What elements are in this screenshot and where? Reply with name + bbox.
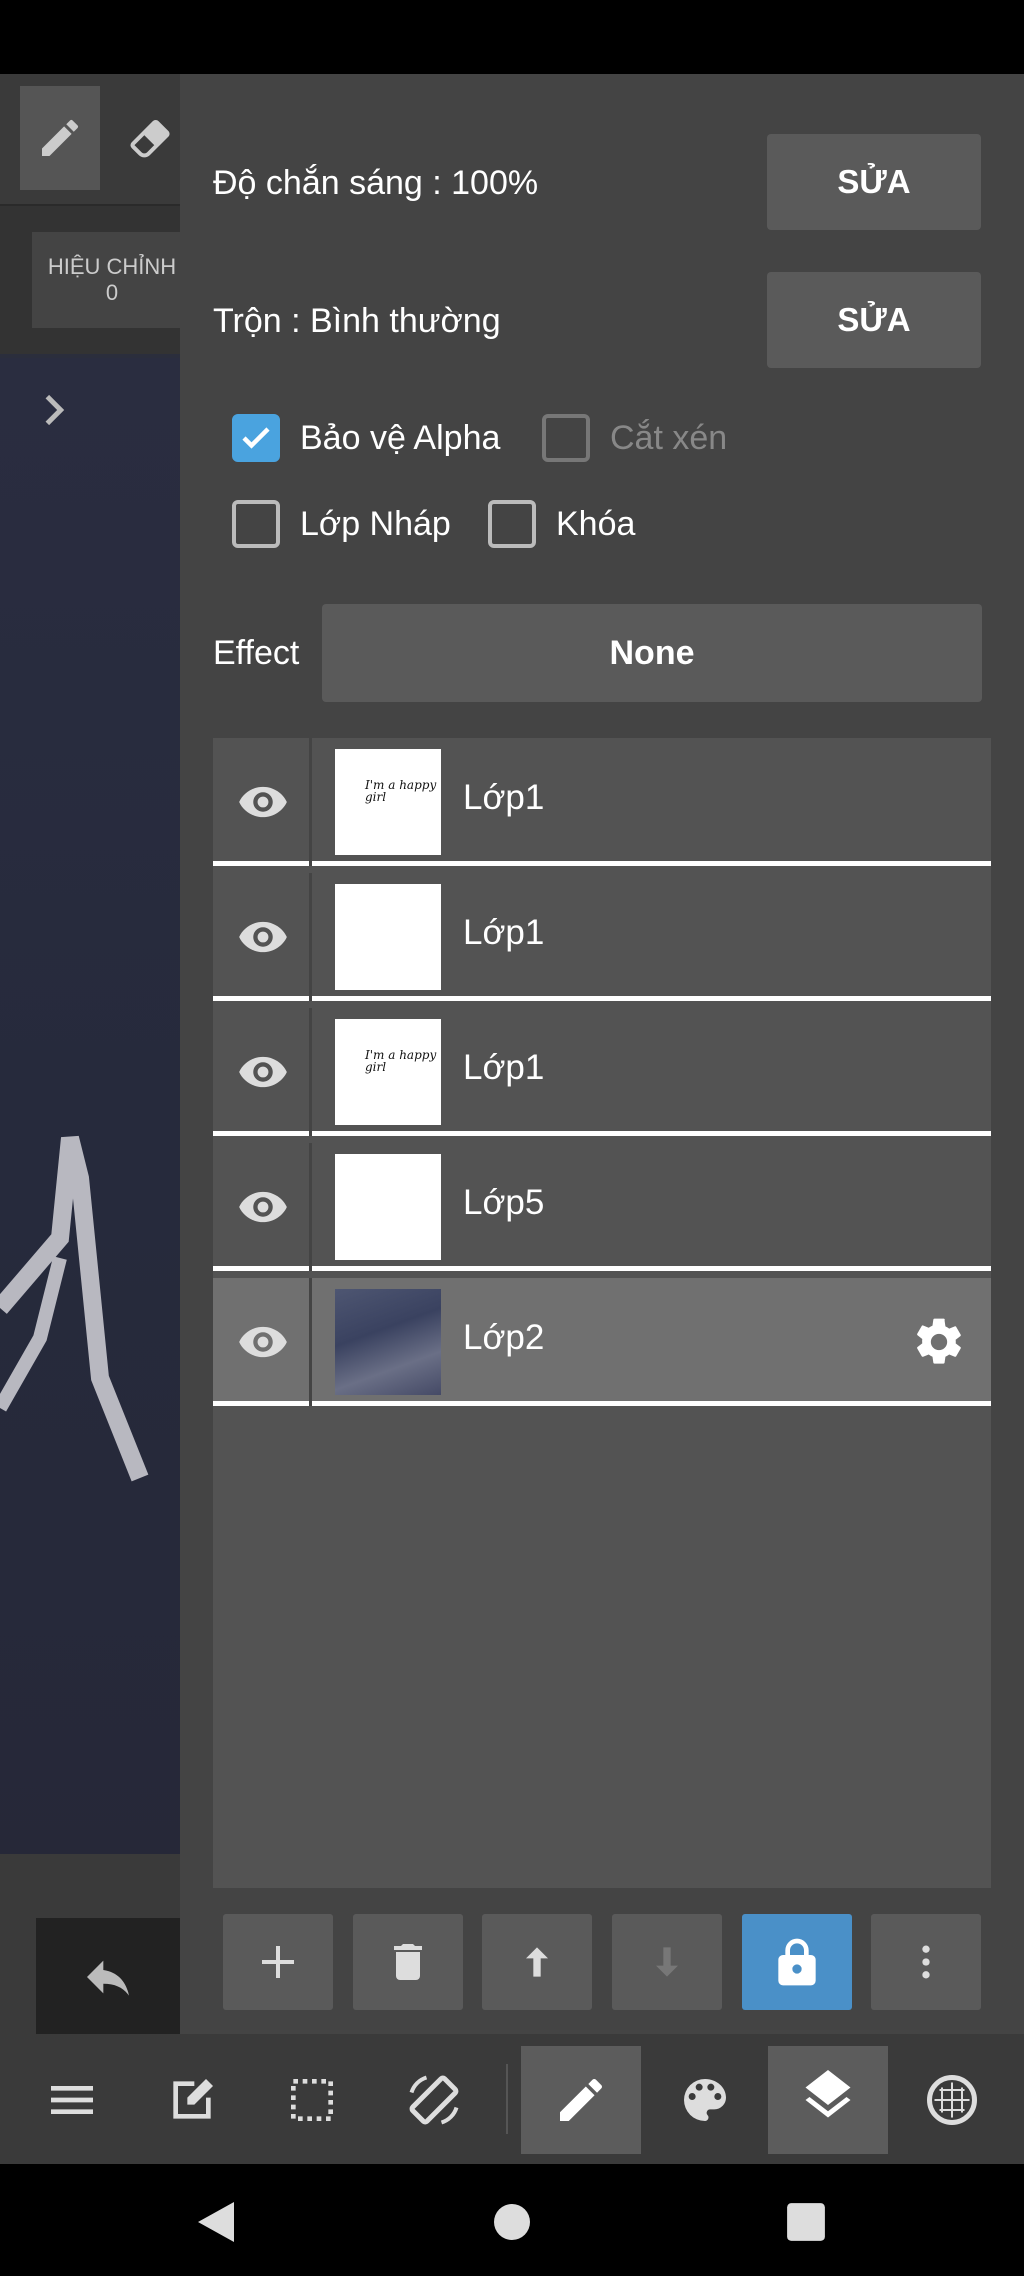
layer-row[interactable]: I'm a happy girl Lớp1 (213, 738, 991, 866)
opacity-edit-button[interactable]: SỬA (767, 134, 981, 230)
checkbox-checked-icon (232, 414, 280, 462)
more-vertical-icon (922, 1945, 930, 1979)
add-icon (262, 1946, 294, 1978)
divider (309, 738, 312, 866)
divider (309, 1143, 312, 1271)
status-bar (0, 0, 1024, 74)
selection-button[interactable] (252, 2046, 372, 2154)
layer-thumbnail: I'm a happy girl (335, 1019, 441, 1125)
back-nav-button[interactable] (186, 2194, 246, 2250)
toolbar-divider (506, 2064, 508, 2134)
rotate-icon (409, 2075, 459, 2125)
layer-row[interactable]: I'm a happy girl Lớp1 (213, 1008, 991, 1136)
trash-icon (394, 1944, 422, 1980)
effect-label: Effect (213, 634, 300, 672)
divider (309, 873, 312, 1001)
layers-button[interactable] (768, 2046, 888, 2154)
pencil-icon (42, 119, 79, 156)
eraser-tool-button[interactable] (120, 86, 180, 190)
drawing-canvas[interactable] (0, 74, 180, 2164)
layer-list[interactable]: I'm a happy girl Lớp1 Lớp1 I'm a happy g… (213, 738, 991, 1888)
undo-button[interactable] (36, 1918, 180, 2036)
layer-name: Lớp1 (463, 1048, 545, 1087)
lock-checkbox[interactable]: Khóa (488, 500, 635, 548)
add-layer-button[interactable] (223, 1914, 333, 2010)
layer-name: Lớp5 (463, 1183, 545, 1222)
checkbox-empty-icon (542, 414, 590, 462)
bottom-toolbar (0, 2034, 1024, 2164)
lock-layer-button[interactable] (742, 1914, 852, 2010)
more-options-button[interactable] (871, 1914, 981, 2010)
protect-alpha-checkbox[interactable]: Bảo vệ Alpha (232, 414, 500, 462)
eye-icon[interactable] (237, 1316, 289, 1368)
material-icon (927, 2075, 977, 2125)
menu-icon (51, 2086, 93, 2114)
adjust-label: HIỆU CHỈNH (47, 254, 177, 279)
layer-name: Lớp1 (463, 778, 545, 817)
arrow-up-icon (526, 1947, 548, 1977)
blend-mode-label: Trộn : Bình thường (213, 302, 501, 340)
menu-button[interactable] (12, 2046, 132, 2154)
material-button[interactable] (892, 2046, 1012, 2154)
lock-icon (778, 1938, 816, 1986)
selection-icon (291, 2079, 333, 2121)
color-button[interactable] (645, 2046, 765, 2154)
layer-row[interactable]: Lớp5 (213, 1143, 991, 1271)
brush-button[interactable] (521, 2046, 641, 2154)
divider (309, 1008, 312, 1136)
delete-layer-button[interactable] (353, 1914, 463, 2010)
canvas-toolbar (0, 74, 180, 204)
layer-row[interactable]: Lớp1 (213, 873, 991, 1001)
layer-thumbnail (335, 884, 441, 990)
eye-icon[interactable] (237, 911, 289, 963)
clipping-label: Cắt xén (610, 418, 728, 457)
blend-edit-button[interactable]: SỬA (767, 272, 981, 368)
eraser-icon (130, 119, 170, 158)
edit-button[interactable] (132, 2046, 252, 2154)
eye-icon[interactable] (237, 776, 289, 828)
brush-icon (560, 2078, 603, 2121)
layer-thumbnail: I'm a happy girl (335, 749, 441, 855)
gear-icon[interactable] (911, 1314, 967, 1370)
effect-button[interactable]: None (322, 604, 982, 702)
layer-name: Lớp1 (463, 913, 545, 952)
divider (309, 1278, 312, 1406)
layer-name: Lớp2 (463, 1318, 545, 1357)
move-layer-up-button[interactable] (482, 1914, 592, 2010)
draft-layer-checkbox[interactable]: Lớp Nháp (232, 500, 451, 548)
layer-thumbnail (335, 1154, 441, 1260)
adjust-button[interactable]: HIỆU CHỈNH 0 (32, 232, 192, 328)
home-nav-button[interactable] (482, 2194, 542, 2250)
checkbox-empty-icon (232, 500, 280, 548)
eye-icon[interactable] (237, 1181, 289, 1233)
chevron-right-icon[interactable] (34, 386, 74, 434)
artwork[interactable] (0, 358, 180, 1928)
layer-row-selected[interactable]: Lớp2 (213, 1278, 991, 1406)
opacity-label: Độ chắn sáng : 100% (213, 164, 539, 202)
recents-nav-button[interactable] (776, 2194, 836, 2250)
back-triangle-icon (198, 2202, 234, 2242)
palette-icon (684, 2079, 726, 2121)
protect-alpha-label: Bảo vệ Alpha (300, 418, 501, 457)
layer-thumbnail (335, 1289, 441, 1395)
move-layer-down-button[interactable] (612, 1914, 722, 2010)
thumbnail-text: I'm a happy girl (365, 1048, 437, 1074)
recents-square-icon (787, 2203, 825, 2241)
home-circle-icon (494, 2204, 530, 2240)
rotate-button[interactable] (374, 2046, 494, 2154)
system-nav-bar (0, 2164, 1024, 2276)
undo-icon (87, 1960, 129, 1996)
checkbox-empty-icon (488, 500, 536, 548)
eye-icon[interactable] (237, 1046, 289, 1098)
adjust-value: 0 (105, 280, 119, 305)
layers-icon (805, 2070, 851, 2118)
edit-icon (173, 2079, 213, 2119)
arrow-down-icon (656, 1947, 678, 1977)
thumbnail-text: I'm a happy girl (365, 778, 437, 804)
draft-layer-label: Lớp Nháp (300, 504, 451, 543)
lock-label: Khóa (556, 504, 636, 543)
clipping-checkbox[interactable]: Cắt xén (542, 414, 727, 462)
pen-tool-button[interactable] (20, 86, 100, 190)
